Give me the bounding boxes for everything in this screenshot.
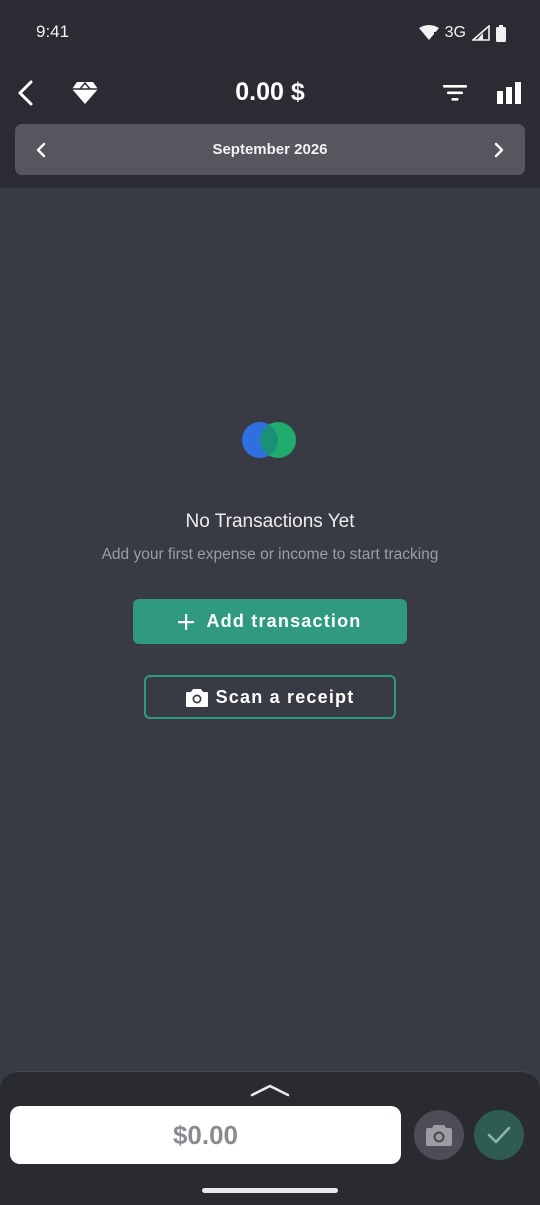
filter-button[interactable] [438, 74, 472, 112]
previous-month-button[interactable] [27, 136, 55, 164]
balance-total: 0.00 $ [235, 78, 305, 106]
empty-state-subtitle: Add your first expense or income to star… [101, 546, 439, 563]
chevron-right-icon [494, 142, 504, 158]
home-indicator[interactable] [202, 1188, 338, 1193]
back-button[interactable] [8, 74, 42, 112]
app-logo-icon [242, 422, 296, 458]
diamond-icon [72, 81, 98, 104]
confirm-button[interactable] [474, 1110, 524, 1160]
camera-button[interactable] [414, 1110, 464, 1160]
camera-icon [426, 1125, 452, 1146]
check-icon [487, 1126, 511, 1144]
amount-input[interactable] [10, 1106, 401, 1164]
month-label: September 2026 [212, 141, 328, 158]
plus-icon [178, 613, 195, 630]
filter-icon [443, 85, 467, 101]
back-arrow-icon [18, 80, 33, 106]
bar-chart-icon [497, 82, 521, 104]
scan-receipt-label: Scan a receipt [215, 686, 355, 707]
header: 9:41 3G 0.00 $ September 2026 [0, 0, 540, 188]
wifi-icon [418, 25, 439, 40]
add-transaction-button[interactable]: Add transaction [133, 599, 407, 644]
status-time: 9:41 [36, 22, 70, 41]
signal-icon [472, 25, 490, 41]
add-transaction-label: Add transaction [206, 611, 362, 631]
status-icons: 3G [418, 22, 506, 44]
status-bar: 9:41 3G [0, 0, 540, 64]
camera-icon [185, 688, 208, 707]
chevron-up-icon[interactable] [250, 1082, 290, 1098]
app-bar: 0.00 $ [0, 64, 540, 122]
network-type: 3G [444, 24, 466, 41]
quick-add-sheet [0, 1071, 540, 1205]
next-month-button[interactable] [485, 136, 513, 164]
scan-receipt-button[interactable]: Scan a receipt [144, 675, 396, 719]
statistics-button[interactable] [492, 74, 526, 112]
battery-icon [496, 24, 506, 42]
chevron-left-icon [36, 142, 46, 158]
premium-button[interactable] [68, 74, 102, 112]
month-selector: September 2026 [15, 124, 525, 175]
empty-state-title: No Transactions Yet [185, 511, 355, 532]
